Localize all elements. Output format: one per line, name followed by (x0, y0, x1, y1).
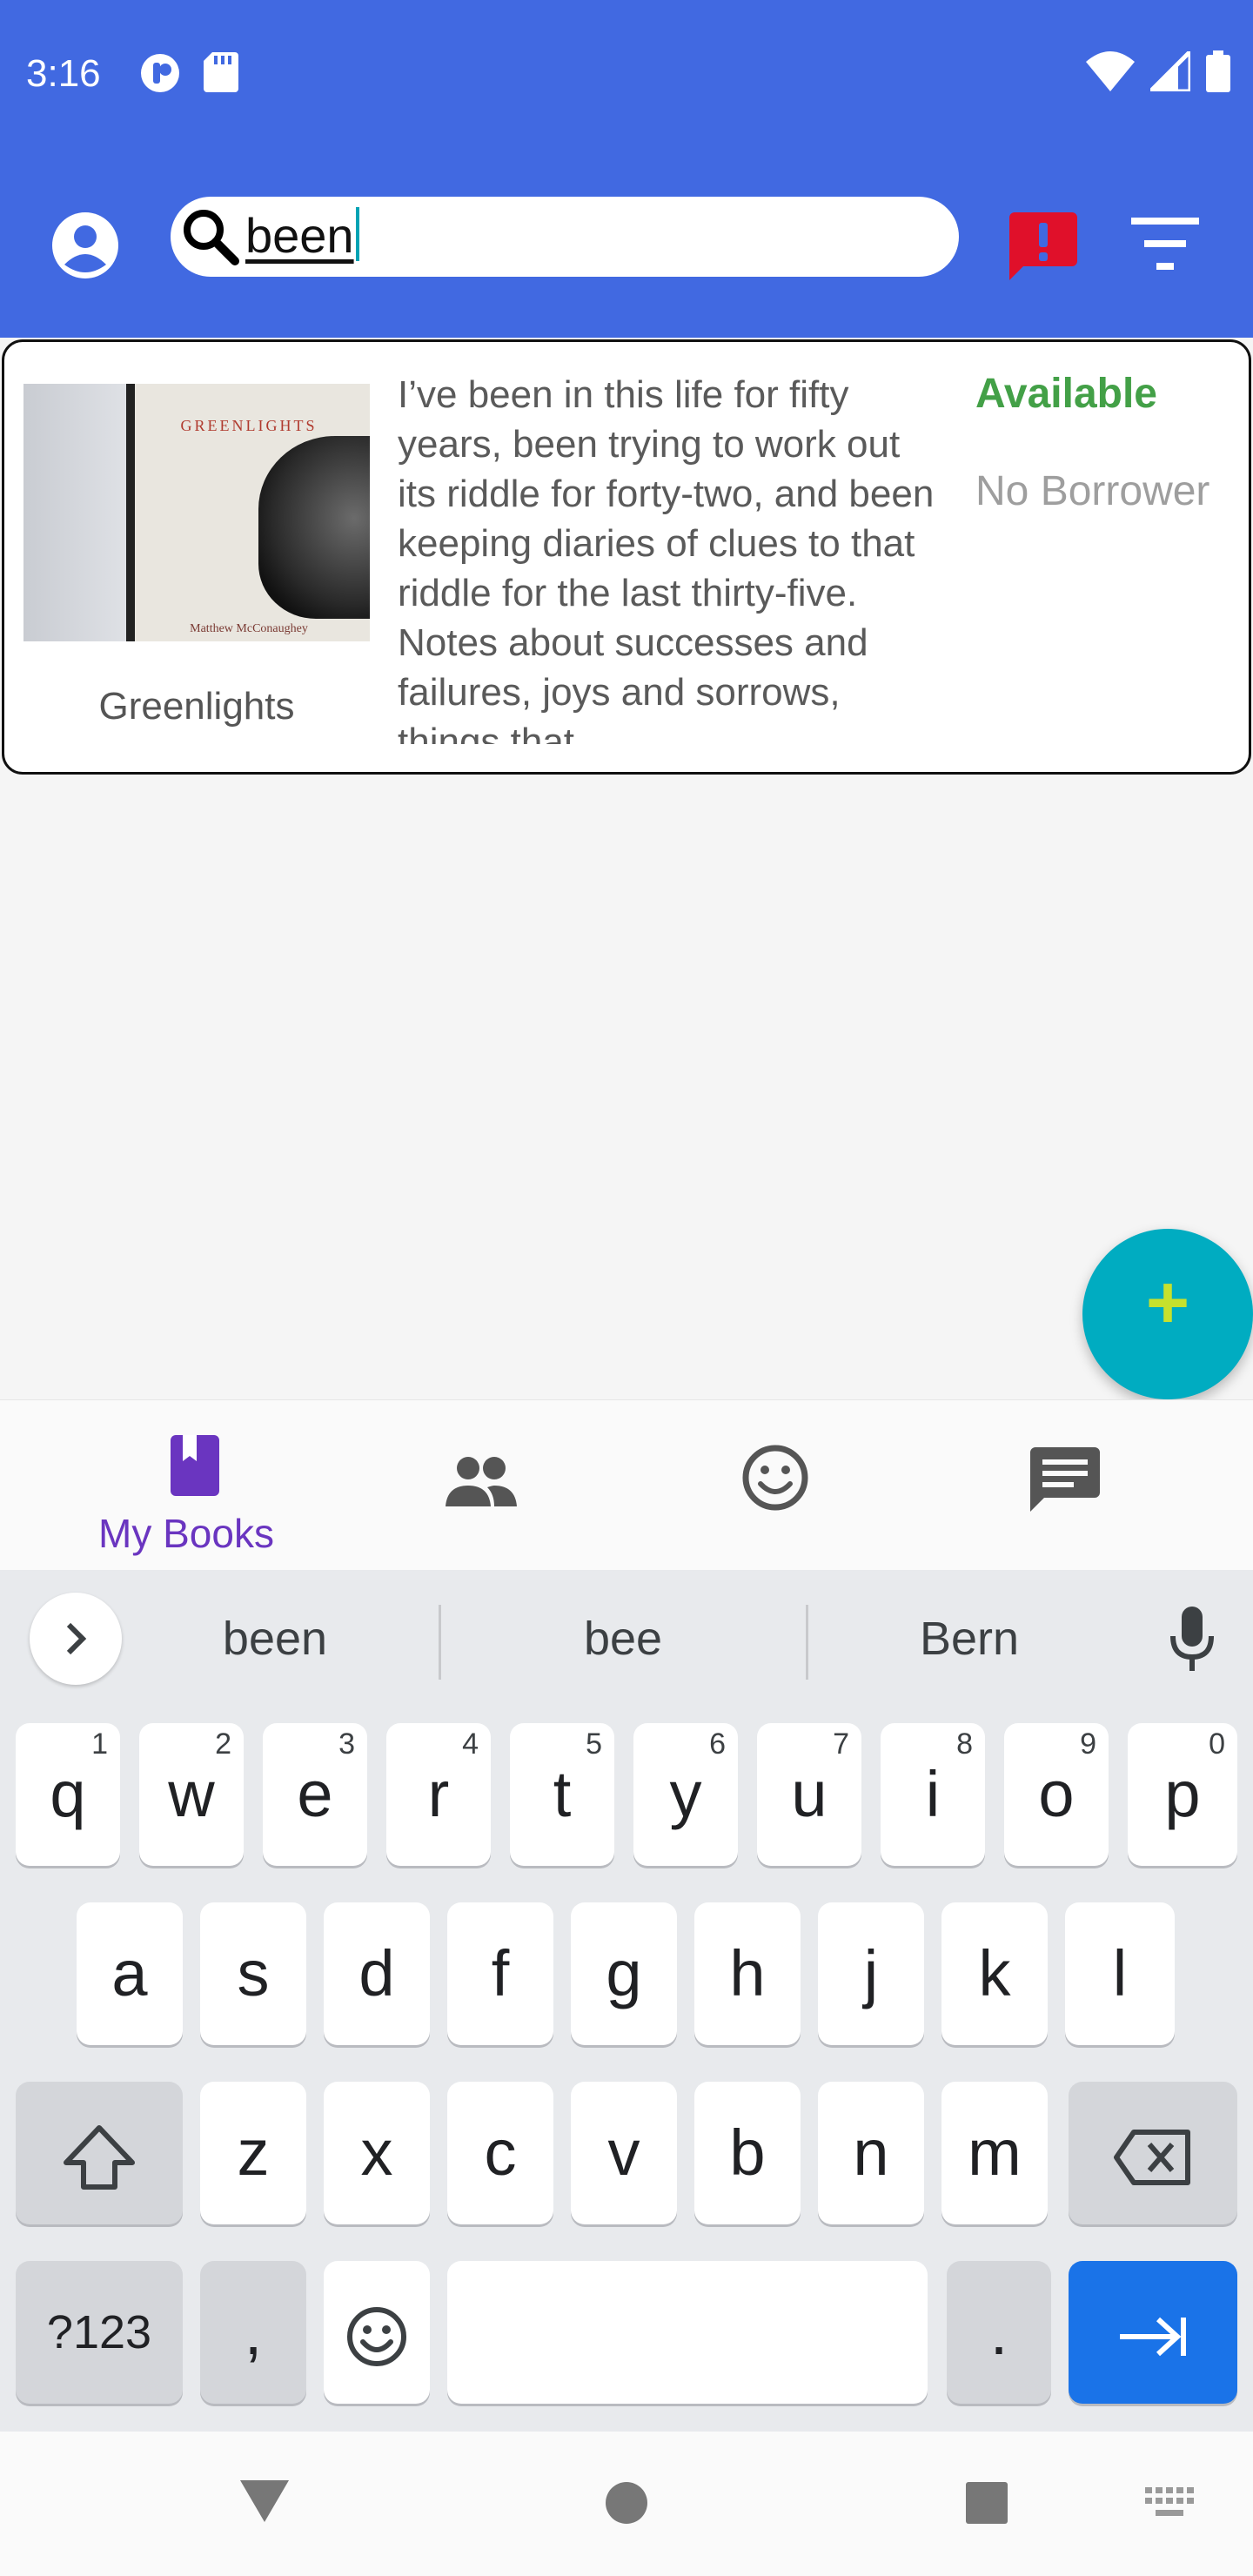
cover-title: GREENLIGHTS (180, 417, 318, 434)
back-icon[interactable] (238, 2479, 291, 2524)
key-q[interactable]: q1 (16, 1723, 120, 1866)
key-c[interactable]: c (447, 2082, 553, 2224)
app-bar: 3:16 been (0, 0, 1253, 338)
book-status: Available (975, 371, 1157, 417)
book-description: I’ve been in this life for fifty years, … (398, 373, 935, 744)
suggestion-1[interactable]: been (101, 1612, 449, 1666)
smiley-icon (742, 1445, 808, 1511)
key-z[interactable]: z (200, 2082, 306, 2224)
shift-icon (64, 2125, 135, 2190)
key-k[interactable]: k (941, 1902, 1048, 2045)
cover-spine (126, 384, 135, 641)
status-right-icons (1086, 50, 1230, 92)
book-borrower: No Borrower (975, 468, 1210, 514)
signal-icon (1150, 51, 1190, 91)
wifi-icon (1086, 51, 1135, 91)
suggestion-bar: been bee Bern (0, 1570, 1253, 1709)
soft-keyboard: been bee Bern q1 w2 e3 r4 t5 y6 u7 i8 o9… (0, 1570, 1253, 2432)
key-y[interactable]: y6 (633, 1723, 738, 1866)
chat-icon (1030, 1447, 1100, 1512)
key-b[interactable]: b (694, 2082, 801, 2224)
recents-icon[interactable] (964, 2480, 1009, 2526)
book-cover-image: GREENLIGHTS Matthew McConaughey (23, 384, 370, 641)
key-i[interactable]: i8 (881, 1723, 985, 1866)
key-g[interactable]: g (571, 1902, 677, 2045)
key-v[interactable]: v (571, 2082, 677, 2224)
key-x[interactable]: x (324, 2082, 430, 2224)
space-key[interactable] (447, 2261, 928, 2404)
key-p[interactable]: p0 (1128, 1723, 1237, 1866)
text-caret (355, 207, 359, 261)
key-w[interactable]: w2 (139, 1723, 244, 1866)
cover-author: Matthew McConaughey (190, 622, 308, 635)
search-icon (184, 210, 239, 265)
key-h[interactable]: h (694, 1902, 801, 2045)
key-t[interactable]: t5 (510, 1723, 614, 1866)
suggestion-2[interactable]: bee (449, 1612, 797, 1666)
key-u[interactable]: u7 (757, 1723, 861, 1866)
key-o[interactable]: o9 (1004, 1723, 1109, 1866)
book-title: Greenlights (98, 685, 295, 728)
system-nav-bar (0, 2432, 1253, 2576)
sd-card-icon (204, 52, 238, 92)
add-book-button[interactable]: + (1082, 1229, 1253, 1399)
profile-icon[interactable] (50, 211, 120, 280)
shift-key[interactable] (16, 2082, 183, 2224)
emoji-icon (347, 2307, 406, 2367)
notification-app-icon (141, 54, 179, 92)
nav-item-people[interactable] (332, 1400, 628, 1571)
filter-icon[interactable] (1131, 218, 1199, 273)
search-input-value[interactable]: been (245, 207, 359, 264)
battery-icon (1206, 50, 1230, 92)
nav-item-emoji[interactable] (626, 1400, 922, 1571)
nav-item-my-books[interactable]: My Books (38, 1400, 334, 1571)
key-n[interactable]: n (818, 2082, 924, 2224)
backspace-key[interactable] (1069, 2082, 1237, 2224)
status-time: 3:16 (26, 52, 101, 95)
symbols-key[interactable]: ?123 (16, 2261, 183, 2404)
next-arrow-icon (1120, 2318, 1186, 2357)
alert-icon[interactable] (1009, 212, 1077, 280)
book-card[interactable]: GREENLIGHTS Matthew McConaughey Greenlig… (2, 339, 1251, 775)
period-key[interactable]: . (947, 2261, 1051, 2404)
home-icon[interactable] (604, 2480, 649, 2526)
key-r[interactable]: r4 (386, 1723, 491, 1866)
emoji-key[interactable] (324, 2261, 430, 2404)
key-d[interactable]: d (324, 1902, 430, 2045)
key-m[interactable]: m (941, 2082, 1048, 2224)
comma-key[interactable]: , (200, 2261, 306, 2404)
keyboard-switch-icon[interactable] (1143, 2485, 1196, 2520)
status-left-icons (139, 52, 238, 94)
suggestion-3[interactable]: Bern (795, 1612, 1143, 1666)
nav-item-chat[interactable] (919, 1400, 1215, 1571)
plus-icon: + (1145, 1261, 1190, 1345)
key-s[interactable]: s (200, 1902, 306, 2045)
key-a[interactable]: a (77, 1902, 183, 2045)
go-key[interactable] (1069, 2261, 1237, 2404)
book-icon (171, 1435, 219, 1496)
key-e[interactable]: e3 (263, 1723, 367, 1866)
cover-portrait (258, 436, 370, 619)
people-icon (446, 1457, 517, 1506)
backspace-icon (1114, 2130, 1190, 2186)
nav-label-my-books: My Books (98, 1511, 274, 1556)
microphone-icon[interactable] (1169, 1607, 1215, 1673)
chevron-right-icon (66, 1622, 87, 1655)
key-j[interactable]: j (818, 1902, 924, 2045)
suggestion-divider (439, 1605, 441, 1680)
bottom-nav: My Books (0, 1399, 1253, 1570)
key-f[interactable]: f (447, 1902, 553, 2045)
cover-jacket: GREENLIGHTS Matthew McConaughey (128, 384, 370, 641)
key-l[interactable]: l (1065, 1902, 1175, 2045)
